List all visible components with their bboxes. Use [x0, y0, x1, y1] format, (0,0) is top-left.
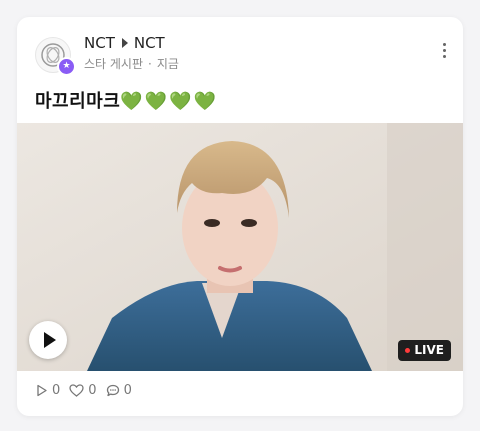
- play-count[interactable]: 0: [35, 383, 60, 398]
- board-name[interactable]: 스타 게시판: [84, 57, 143, 71]
- comment-count-value: 0: [123, 383, 132, 398]
- play-button[interactable]: [29, 321, 67, 359]
- post-card[interactable]: ★ NCT NCT 스타 게시판 · 지금 마끄리마크💚💚💚💚 LIVE 0 0…: [17, 17, 463, 416]
- comment-count[interactable]: 0: [106, 383, 132, 398]
- breadcrumb: NCT NCT: [84, 34, 165, 52]
- target-channel-name[interactable]: NCT: [134, 34, 165, 52]
- play-outline-icon: [37, 384, 47, 397]
- green-heart-emoji: 💚💚💚💚: [120, 91, 218, 112]
- like-count-value: 0: [88, 383, 97, 398]
- streamer-photo: [17, 123, 463, 371]
- comment-icon: [106, 384, 119, 397]
- like-count[interactable]: 0: [69, 383, 97, 398]
- live-label: LIVE: [414, 343, 444, 357]
- play-count-value: 0: [52, 383, 61, 398]
- heart-outline-icon: [69, 384, 84, 397]
- live-dot-icon: [405, 348, 411, 353]
- source-channel-name[interactable]: NCT: [84, 34, 115, 52]
- chevron-right-icon: [121, 38, 128, 48]
- live-badge: LIVE: [398, 340, 451, 361]
- post-header: ★ NCT NCT 스타 게시판 · 지금: [17, 17, 463, 87]
- live-video-thumbnail[interactable]: LIVE: [17, 123, 463, 371]
- post-title: 마끄리마크💚💚💚💚: [35, 87, 218, 113]
- time-ago: 지금: [156, 57, 179, 71]
- post-title-text: 마끄리마크: [35, 91, 121, 112]
- post-stats: 0 0 0: [35, 383, 141, 398]
- post-meta: 스타 게시판 · 지금: [84, 55, 179, 72]
- star-icon: ★: [57, 57, 76, 76]
- more-options-icon[interactable]: [439, 43, 449, 63]
- separator-dot: ·: [148, 57, 152, 71]
